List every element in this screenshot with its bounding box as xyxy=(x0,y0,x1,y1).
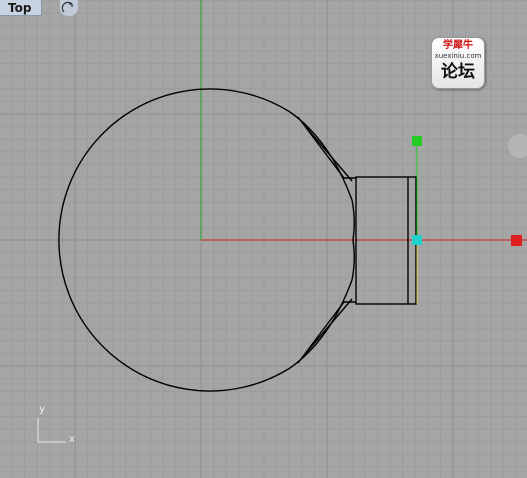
axis-x-label: x xyxy=(69,434,76,445)
neck-lower-inner xyxy=(305,298,353,354)
watermark-forum: 论坛 xyxy=(441,62,475,82)
circle-curve-right-upper xyxy=(289,111,355,241)
viewport-title-tab[interactable]: Top xyxy=(0,0,42,16)
axis-indicator xyxy=(37,418,66,443)
circle-curve-right-lower xyxy=(289,239,355,369)
edge-shadow-circle xyxy=(508,134,527,158)
watermark-title: 学犀牛 xyxy=(443,40,473,51)
rhino-top-viewport[interactable]: Top 学犀牛 xuexiniu.com 论坛 y x xyxy=(0,0,527,478)
gizmo-y-handle[interactable] xyxy=(412,136,422,146)
gizmo-center-handle[interactable] xyxy=(412,235,422,245)
viewport-title: Top xyxy=(8,1,32,15)
gizmo-x-handle[interactable] xyxy=(511,235,522,246)
watermark-url: xuexiniu.com xyxy=(434,52,482,60)
neck-upper-inner xyxy=(305,126,353,182)
watermark-logo: 学犀牛 xuexiniu.com 论坛 xyxy=(431,37,485,89)
axis-y-label: y xyxy=(39,404,46,415)
camera-rotate-icon[interactable] xyxy=(60,0,78,16)
